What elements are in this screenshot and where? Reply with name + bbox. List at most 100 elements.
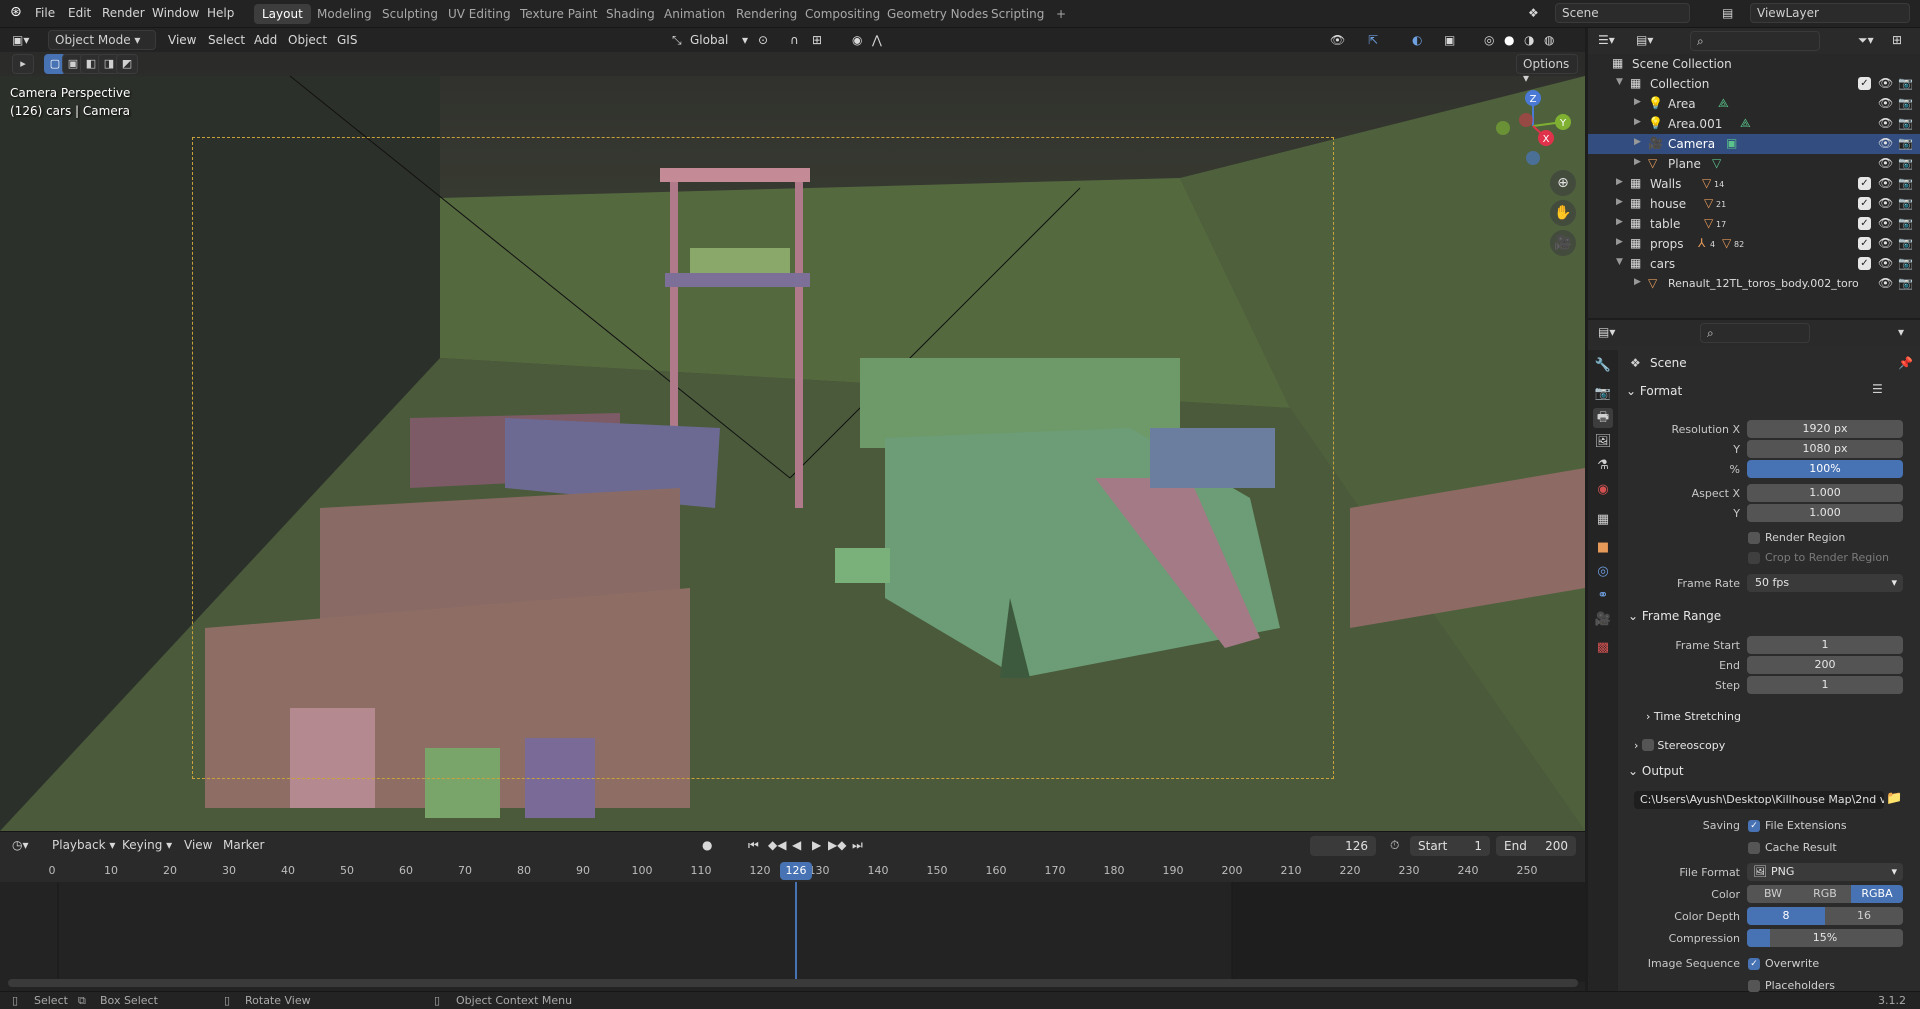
menu-keying[interactable]: Keying ▾ [122,838,172,852]
folder-icon[interactable]: 📁 [1886,791,1902,806]
jump-start-icon[interactable]: ⏮ [748,838,759,853]
shading-wireframe-icon[interactable]: ◎ [1484,33,1494,47]
eye-icon[interactable]: 👁 [1878,136,1893,150]
menu-edit[interactable]: Edit [68,6,91,20]
current-frame-field[interactable]: 126 [1310,836,1376,856]
stereoscopy-checkbox[interactable] [1641,739,1654,751]
start-frame-field[interactable]: Start 1 [1410,836,1490,856]
eye-icon[interactable]: 👁 [1878,116,1893,130]
outliner-row-area-001[interactable]: ▶ 💡 Area.001 ⟁ 👁 📷 [1588,114,1920,134]
menu-object[interactable]: Object [288,33,327,47]
tab-shading[interactable]: Shading [598,4,663,24]
color-rgb-button[interactable]: RGB [1799,885,1851,903]
expand-arrow-icon[interactable]: ▶ [1634,277,1641,287]
play-icon[interactable]: ▶ [812,838,821,852]
eye-icon[interactable]: 👁 [1878,156,1893,170]
output-path-field[interactable]: C:\Users\Ayush\Desktop\Killhouse Map\2nd… [1634,791,1884,809]
tab-rendering[interactable]: Rendering [728,4,805,24]
menu-render[interactable]: Render [102,6,145,20]
menu-add[interactable]: Add [254,33,277,47]
expand-arrow-icon[interactable]: ▶ [1634,157,1641,167]
pan-hand-icon[interactable]: ✋ [1550,200,1576,226]
frame-ruler[interactable]: 0 10 20 30 40 50 60 70 80 90 100 110 120… [0,860,1585,882]
constraints-tab-icon[interactable]: ⚭ [1593,586,1613,606]
tab-geometry-nodes[interactable]: Geometry Nodes [879,4,996,24]
eye-icon[interactable]: 👁 [1878,76,1893,90]
menu-file[interactable]: File [35,6,55,20]
camera-view-icon[interactable]: 🎥 [1550,230,1576,256]
scene-selector[interactable]: Scene [1555,3,1690,23]
outliner-row-collection[interactable]: ▼ ▦ Collection ✓ 👁 📷 [1588,74,1920,94]
select-intersect-icon[interactable]: ◩ [116,54,138,74]
outliner-row-house[interactable]: ▶ ▦ house ▽ 21 ✓ 👁 📷 [1588,194,1920,214]
outliner-editor-type-icon[interactable]: ☰▾ [1598,33,1615,47]
exclude-checkbox[interactable]: ✓ [1858,257,1871,270]
exclude-checkbox[interactable]: ✓ [1858,217,1871,230]
expand-arrow-icon[interactable]: ▶ [1616,177,1623,187]
render-region-checkbox[interactable] [1748,532,1760,544]
menu-window[interactable]: Window [152,6,199,20]
collection-tab-icon[interactable]: ▦ [1593,510,1613,530]
camera-render-icon[interactable]: 📷 [1898,216,1913,230]
menu-playback[interactable]: Playback ▾ [52,838,115,852]
blender-logo-icon[interactable]: ⊛ [10,4,22,20]
frame-start-field[interactable]: 1 [1747,636,1903,654]
outliner-row-renault[interactable]: ▶ ▽ Renault_12TL_toros_body.002_toros 👁 … [1588,274,1920,294]
shading-material-icon[interactable]: ◑ [1524,33,1534,47]
mode-selector[interactable]: Object Mode ▾ [48,30,156,50]
overwrite-checkbox[interactable]: ✓ [1748,958,1760,970]
resolution-x-field[interactable]: 1920 px [1747,420,1903,438]
display-mode-icon[interactable]: ▤▾ [1636,33,1653,47]
camera-render-icon[interactable]: 📷 [1898,96,1913,110]
tab-scripting[interactable]: Scripting [983,4,1052,24]
texture-tab-icon[interactable]: ▩ [1593,638,1613,658]
transform-orientation-dropdown-icon[interactable]: ▾ [742,33,748,47]
file-extensions-checkbox[interactable]: ✓ [1748,820,1760,832]
outliner-row-walls[interactable]: ▶ ▦ Walls ▽ 14 ✓ 👁 📷 [1588,174,1920,194]
camera-render-icon[interactable]: 📷 [1898,116,1913,130]
resolution-percent-field[interactable]: 100% [1747,460,1903,478]
resolution-y-field[interactable]: 1080 px [1747,440,1903,458]
falloff-icon[interactable]: ⋀ [872,33,882,47]
cache-result-checkbox[interactable] [1748,842,1760,854]
playhead-frame-label[interactable]: 126 [780,862,812,880]
outliner-row-plane[interactable]: ▶ ▽ Plane ▽ 👁 📷 [1588,154,1920,174]
menu-gis[interactable]: GIS [337,33,357,47]
world-tab-icon[interactable]: ◉ [1593,480,1613,500]
eye-icon[interactable]: 👁 [1878,96,1893,110]
timeline-editor-type-icon[interactable]: ◷▾ [12,838,29,852]
tab-modeling[interactable]: Modeling [309,4,380,24]
outliner-row-camera[interactable]: ▶ 🎥 Camera ▣ 👁 📷 [1588,134,1920,154]
menu-view[interactable]: View [168,33,196,47]
shading-solid-icon[interactable]: ● [1504,33,1514,47]
output-tab-icon[interactable]: 🖶 [1593,408,1613,428]
expand-arrow-icon[interactable]: ▶ [1616,197,1623,207]
aspect-x-field[interactable]: 1.000 [1747,484,1903,502]
expand-arrow-icon[interactable]: ▶ [1616,217,1623,227]
exclude-checkbox[interactable]: ✓ [1858,197,1871,210]
color-bw-button[interactable]: BW [1747,885,1799,903]
frame-rate-dropdown[interactable]: 50 fps ▾ [1747,574,1903,592]
color-rgba-button[interactable]: RGBA [1851,885,1903,903]
tab-sculpting[interactable]: Sculpting [374,4,446,24]
snap-icon[interactable]: ∩ [790,33,799,47]
options-dropdown[interactable]: Options ▾ [1516,54,1578,85]
physics-tab-icon[interactable]: ◎ [1593,562,1613,582]
stereoscopy-panel-header[interactable]: › Stereoscopy [1634,737,1725,752]
time-stretching-panel-header[interactable]: › Time Stretching [1646,710,1741,723]
depth-16-button[interactable]: 16 [1825,907,1903,925]
transform-orientation[interactable]: Global [690,33,728,47]
expand-arrow-icon[interactable]: ▼ [1616,77,1623,87]
placeholders-checkbox[interactable] [1748,980,1760,992]
new-collection-icon[interactable]: ⊞ [1892,33,1902,47]
expand-arrow-icon[interactable]: ▶ [1634,97,1641,107]
outliner[interactable]: ☰▾ ▤▾ ⌕ ⏷▾ ⊞ ▦ Scene Collection ▼ ▦ Coll… [1588,28,1920,318]
menu-help[interactable]: Help [207,6,234,20]
play-reverse-icon[interactable]: ◀ [792,838,801,852]
filter-icon[interactable]: ⏷▾ [1858,33,1874,48]
camera-render-icon[interactable]: 📷 [1898,256,1913,270]
camera-render-icon[interactable]: 📷 [1898,76,1913,90]
eye-icon[interactable]: 👁 [1878,176,1893,190]
menu-select[interactable]: Select [208,33,245,47]
expand-arrow-icon[interactable]: ▶ [1616,237,1623,247]
